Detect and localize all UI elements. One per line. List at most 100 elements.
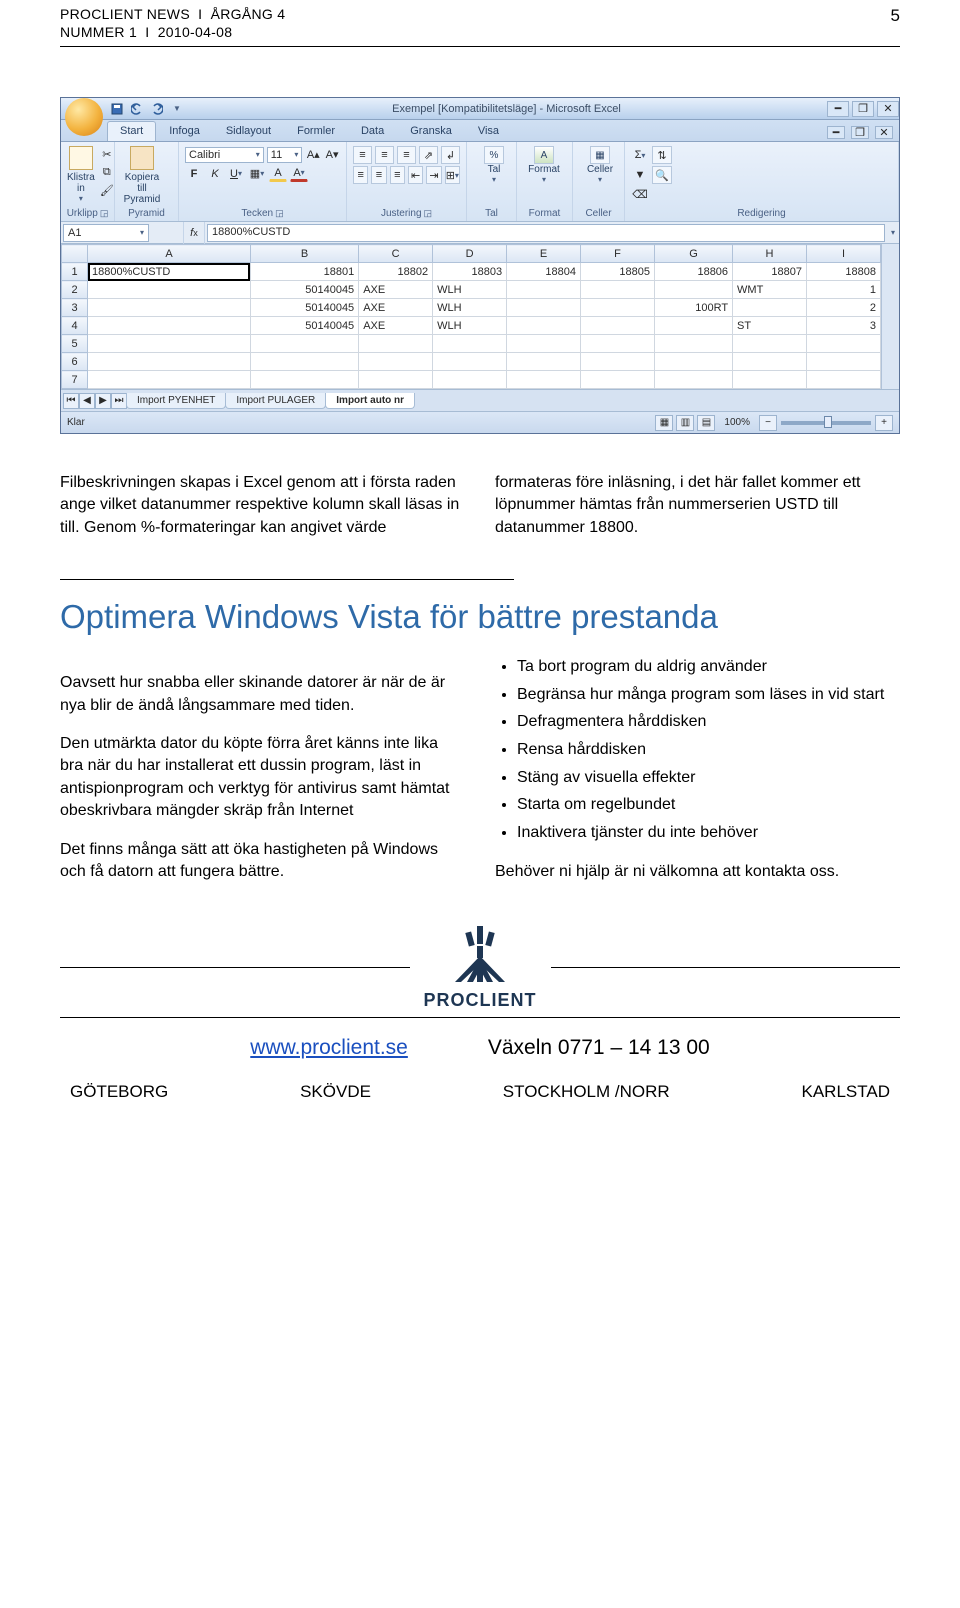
formula-bar[interactable]: 18800%CUSTD	[207, 224, 885, 242]
cell[interactable]	[507, 281, 581, 299]
tab-visa[interactable]: Visa	[465, 121, 512, 141]
col-header[interactable]: F	[581, 245, 655, 263]
align-center-button[interactable]: ≡	[371, 166, 386, 184]
cell[interactable]	[806, 371, 880, 389]
grow-font-button[interactable]: A▴	[305, 146, 321, 163]
cell[interactable]: 50140045	[250, 281, 358, 299]
view-normal-button[interactable]: ▦	[655, 415, 673, 431]
cell[interactable]: 18801	[250, 263, 358, 281]
italic-button[interactable]: K	[206, 165, 224, 182]
save-icon[interactable]	[109, 101, 125, 117]
cell[interactable]: 18802	[359, 263, 433, 281]
cell[interactable]: WLH	[433, 299, 507, 317]
close-button[interactable]: ✕	[877, 101, 899, 117]
sheet-tab-1[interactable]: Import PYENHET	[126, 393, 226, 409]
zoom-in-button[interactable]: +	[875, 415, 893, 431]
tab-infoga[interactable]: Infoga	[156, 121, 213, 141]
cell[interactable]: 18808	[806, 263, 880, 281]
row-header[interactable]: 4	[62, 317, 88, 335]
cell[interactable]	[654, 371, 732, 389]
vertical-scrollbar[interactable]	[881, 244, 899, 389]
tab-sidlayout[interactable]: Sidlayout	[213, 121, 284, 141]
cell[interactable]	[250, 353, 358, 371]
cell[interactable]: AXE	[359, 299, 433, 317]
restore-button[interactable]: ❐	[852, 101, 874, 117]
zoom-slider[interactable]	[781, 421, 871, 425]
col-header[interactable]: B	[250, 245, 358, 263]
shrink-font-button[interactable]: A▾	[324, 146, 340, 163]
decrease-indent-button[interactable]: ⇤	[408, 166, 423, 184]
cell[interactable]: 18805	[581, 263, 655, 281]
underline-button[interactable]: U▾	[227, 165, 245, 182]
align-top-button[interactable]: ≡	[353, 146, 372, 164]
align-left-button[interactable]: ≡	[353, 166, 368, 184]
align-bottom-button[interactable]: ≡	[397, 146, 416, 164]
format-button[interactable]: A Format▾	[523, 146, 565, 184]
sheet-nav-next-icon[interactable]: ▶	[95, 393, 111, 409]
sum-button[interactable]: Σ▾	[631, 147, 649, 164]
view-pagebreak-button[interactable]: ▤	[697, 415, 715, 431]
font-select[interactable]: Calibri▾	[185, 147, 264, 163]
view-layout-button[interactable]: ▥	[676, 415, 694, 431]
row-header[interactable]: 1	[62, 263, 88, 281]
cell[interactable]	[733, 371, 807, 389]
sheet-tab-3[interactable]: Import auto nr	[325, 393, 415, 409]
cell[interactable]: 50140045	[250, 317, 358, 335]
cell[interactable]	[507, 353, 581, 371]
cell[interactable]	[433, 371, 507, 389]
zoom-out-button[interactable]: −	[759, 415, 777, 431]
cell[interactable]	[433, 353, 507, 371]
cell[interactable]	[88, 335, 251, 353]
cell[interactable]	[250, 335, 358, 353]
copy-icon[interactable]: ⧉	[99, 164, 115, 180]
cell[interactable]	[733, 299, 807, 317]
align-right-button[interactable]: ≡	[390, 166, 405, 184]
row-header[interactable]: 7	[62, 371, 88, 389]
name-box[interactable]: A1▾	[63, 224, 149, 242]
cell[interactable]	[654, 317, 732, 335]
sheet-tab-2[interactable]: Import PULAGER	[225, 393, 326, 409]
cell[interactable]: WLH	[433, 317, 507, 335]
paste-button[interactable]: Klistra in▾	[67, 146, 95, 203]
cell[interactable]: 18806	[654, 263, 732, 281]
col-header[interactable]: I	[806, 245, 880, 263]
font-size-select[interactable]: 11▾	[267, 147, 303, 163]
cell[interactable]	[581, 299, 655, 317]
tab-data[interactable]: Data	[348, 121, 397, 141]
find-select-button[interactable]: 🔍	[652, 166, 672, 184]
clear-button[interactable]: ⌫	[631, 186, 649, 203]
cell[interactable]	[806, 335, 880, 353]
tab-granska[interactable]: Granska	[397, 121, 465, 141]
col-header[interactable]: A	[88, 245, 251, 263]
tal-button[interactable]: % Tal▾	[473, 146, 515, 184]
fx-icon[interactable]: fx	[183, 222, 205, 244]
tab-formler[interactable]: Formler	[284, 121, 348, 141]
col-header[interactable]: H	[733, 245, 807, 263]
cell[interactable]	[88, 317, 251, 335]
cell[interactable]: WLH	[433, 281, 507, 299]
row-header[interactable]: 5	[62, 335, 88, 353]
cell[interactable]	[359, 371, 433, 389]
mdi-restore-button[interactable]: ❐	[851, 126, 869, 139]
cell[interactable]	[88, 371, 251, 389]
cell[interactable]	[359, 353, 433, 371]
cell[interactable]: 3	[806, 317, 880, 335]
font-color-button[interactable]: A▾	[290, 165, 308, 182]
cell[interactable]	[507, 299, 581, 317]
cell[interactable]	[88, 281, 251, 299]
cell[interactable]: 18803	[433, 263, 507, 281]
cell[interactable]: AXE	[359, 317, 433, 335]
fill-button[interactable]: ▼	[631, 167, 649, 184]
undo-icon[interactable]	[129, 101, 145, 117]
format-painter-icon[interactable]: 🖌	[99, 182, 115, 198]
fill-color-button[interactable]: A	[269, 165, 287, 182]
cell[interactable]	[806, 353, 880, 371]
cell[interactable]: 1	[806, 281, 880, 299]
mdi-close-button[interactable]: ✕	[875, 126, 893, 139]
worksheet-grid[interactable]: ABCDEFGHI118800%CUSTD1880118802188031880…	[61, 244, 899, 389]
cell[interactable]	[733, 353, 807, 371]
wrap-text-button[interactable]: ↲	[441, 146, 460, 164]
cell[interactable]: 50140045	[250, 299, 358, 317]
merge-button[interactable]: ⊞▾	[445, 166, 460, 184]
copy-to-pyramid-button[interactable]: Kopiera till Pyramid	[121, 146, 163, 205]
